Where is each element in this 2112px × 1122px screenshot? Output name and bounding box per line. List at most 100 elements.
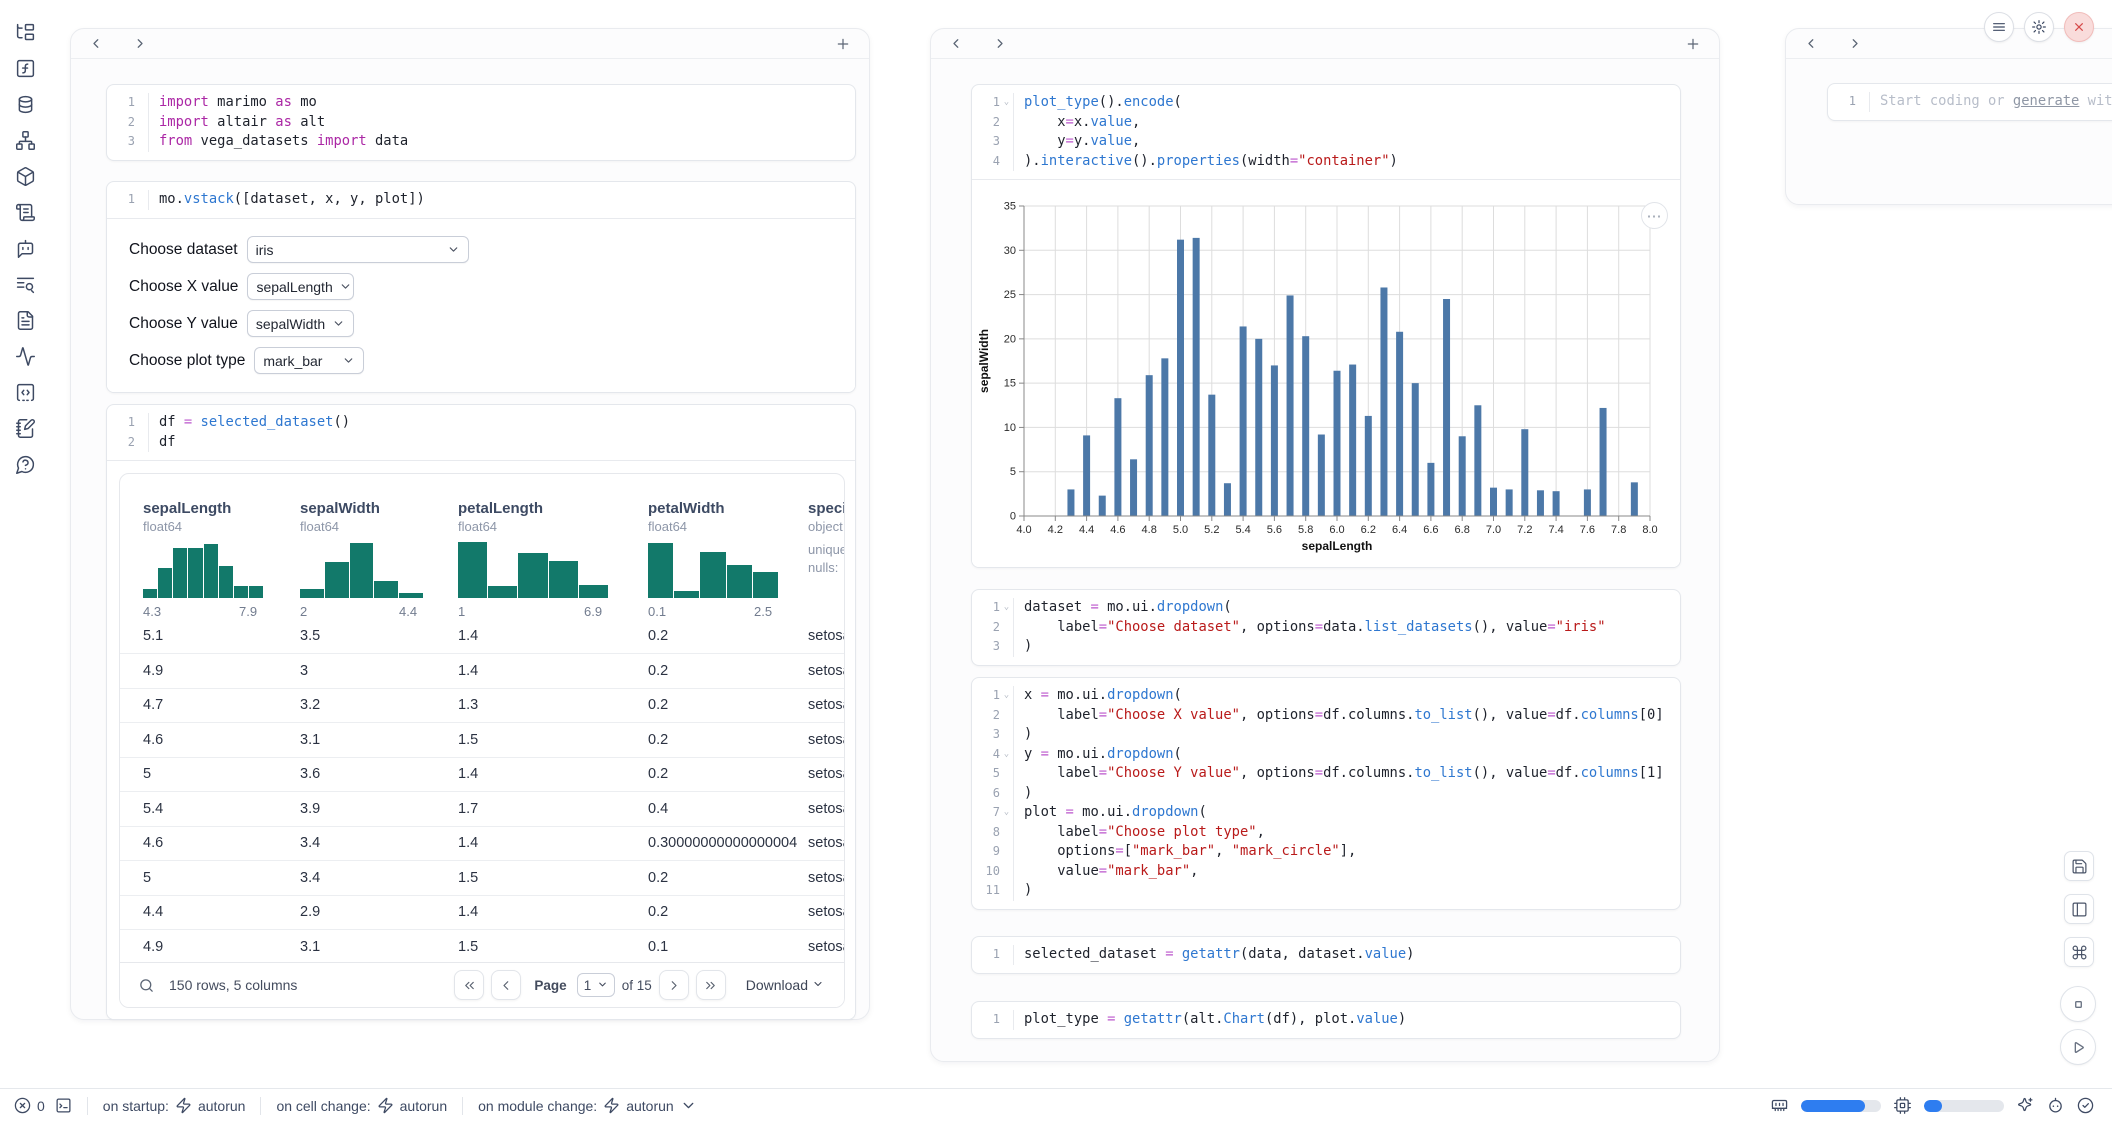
gutter: 2 bbox=[972, 706, 1014, 726]
notebook-menu-button[interactable] bbox=[1984, 12, 2014, 42]
line-number: 6 bbox=[972, 784, 1000, 804]
cell-df[interactable]: 1df = selected_dataset()2df sepalLengthfl… bbox=[106, 404, 856, 1020]
table-row[interactable]: 4.63.41.40.30000000000000004setosa bbox=[120, 826, 844, 861]
cell-vstack[interactable]: 1mo.vstack([dataset, x, y, plot])Choose … bbox=[106, 181, 856, 393]
collapse-chevron-icon[interactable]: ⌄ bbox=[1000, 93, 1013, 113]
download-button[interactable]: Download bbox=[746, 977, 824, 993]
choose-x-value-select[interactable]: sepalLength bbox=[247, 273, 354, 300]
collapse-chevron-icon[interactable]: ⌄ bbox=[1000, 598, 1013, 618]
generate-with-ai-link[interactable]: generate bbox=[2013, 93, 2079, 109]
collapse-chevron-icon[interactable]: ⌄ bbox=[1000, 745, 1013, 765]
on-startup-setting[interactable]: on startup: autorun bbox=[103, 1097, 246, 1114]
column-nav-right-button[interactable] bbox=[1847, 36, 1862, 51]
column-histogram[interactable] bbox=[300, 540, 423, 598]
copilot-button[interactable] bbox=[2047, 1097, 2064, 1114]
app-view-button[interactable] bbox=[2064, 894, 2094, 924]
file-tree-icon[interactable] bbox=[14, 21, 36, 43]
column-nav-left-button[interactable] bbox=[89, 36, 104, 51]
column-nav-right-button[interactable] bbox=[132, 36, 147, 51]
table-row[interactable]: 4.931.40.2setosa bbox=[120, 654, 844, 689]
search-icon[interactable] bbox=[138, 977, 155, 994]
connection-status-button[interactable] bbox=[2077, 1097, 2094, 1114]
document-icon[interactable] bbox=[14, 309, 36, 331]
column-histogram[interactable] bbox=[648, 540, 778, 598]
scratchpad-icon[interactable] bbox=[14, 417, 36, 439]
column-header-name[interactable]: petalLength bbox=[458, 500, 543, 517]
choose-dataset-select[interactable]: iris bbox=[247, 236, 469, 263]
settings-button[interactable] bbox=[2024, 12, 2054, 42]
column-nav-left-button[interactable] bbox=[1804, 36, 1819, 51]
first-page-button[interactable] bbox=[454, 970, 484, 1000]
last-page-button[interactable] bbox=[696, 970, 726, 1000]
terminal-button[interactable] bbox=[55, 1097, 72, 1114]
column-header-name[interactable]: sepalWidth bbox=[300, 500, 380, 517]
shutdown-button[interactable] bbox=[2064, 12, 2094, 42]
table-row[interactable]: 5.13.51.40.2setosa bbox=[120, 619, 844, 654]
column-nav-left-button[interactable] bbox=[949, 36, 964, 51]
cell-selected-dataset[interactable]: 1selected_dataset = getattr(data, datase… bbox=[971, 936, 1681, 974]
code-editor[interactable]: 1⌄plot_type().encode(2 x=x.value,3 y=y.v… bbox=[972, 85, 1680, 179]
add-cell-button[interactable] bbox=[1685, 36, 1701, 52]
gutter: 1 bbox=[972, 945, 1014, 965]
cell-xy-plot-dropdowns[interactable]: 1⌄x = mo.ui.dropdown(2 label="Choose X v… bbox=[971, 677, 1681, 910]
cell-plot-type[interactable]: 1plot_type = getattr(alt.Chart(df), plot… bbox=[971, 1001, 1681, 1039]
gutter: 7⌄ bbox=[972, 803, 1014, 823]
column-histogram[interactable] bbox=[143, 540, 263, 598]
ai-assistant-button[interactable] bbox=[2017, 1097, 2034, 1114]
scroll-icon[interactable] bbox=[14, 201, 36, 223]
choose-y-value-select[interactable]: sepalWidth bbox=[247, 310, 354, 337]
code-editor[interactable]: 1Start coding or generate with AI bbox=[1828, 84, 2112, 120]
list-search-icon[interactable] bbox=[14, 273, 36, 295]
chart-menu-button[interactable]: ⋯ bbox=[1641, 202, 1668, 229]
code-editor[interactable]: 1⌄dataset = mo.ui.dropdown(2 label="Choo… bbox=[972, 590, 1680, 665]
table-row[interactable]: 4.93.11.50.1setosa bbox=[120, 930, 844, 965]
help-icon[interactable] bbox=[14, 453, 36, 475]
table-row[interactable]: 4.73.21.30.2setosa bbox=[120, 688, 844, 723]
code-editor[interactable]: 1df = selected_dataset()2df bbox=[107, 405, 855, 460]
chatbot-icon[interactable] bbox=[14, 237, 36, 259]
code-editor[interactable]: 1selected_dataset = getattr(data, datase… bbox=[972, 937, 1680, 973]
run-all-button[interactable] bbox=[2060, 1029, 2096, 1065]
add-cell-button[interactable] bbox=[835, 36, 851, 52]
table-row[interactable]: 53.41.50.2setosa bbox=[120, 861, 844, 896]
on-cell-change-setting[interactable]: on cell change: autorun bbox=[276, 1097, 447, 1114]
collapse-chevron-icon[interactable]: ⌄ bbox=[1000, 686, 1013, 706]
package-icon[interactable] bbox=[14, 165, 36, 187]
column-header-name[interactable]: petalWidth bbox=[648, 500, 725, 517]
on-module-change-setting[interactable]: on module change: autorun bbox=[478, 1097, 697, 1114]
function-square-icon[interactable] bbox=[14, 57, 36, 79]
dataframe-table[interactable]: sepalLengthfloat644.37.9sepalWidthfloat6… bbox=[119, 473, 845, 1008]
page-select[interactable]: 1 bbox=[577, 973, 615, 997]
collapse-chevron-icon[interactable]: ⌄ bbox=[1000, 803, 1013, 823]
code-editor[interactable]: 1import marimo as mo2import altair as al… bbox=[107, 85, 855, 160]
cell-plot[interactable]: 1⌄plot_type().encode(2 x=x.value,3 y=y.v… bbox=[971, 84, 1681, 568]
next-page-button[interactable] bbox=[659, 970, 689, 1000]
prev-page-button[interactable] bbox=[491, 970, 521, 1000]
table-row[interactable]: 53.61.40.2setosa bbox=[120, 757, 844, 792]
column-nav-right-button[interactable] bbox=[992, 36, 1007, 51]
snippet-icon[interactable] bbox=[14, 381, 36, 403]
empty-cell[interactable]: 1Start coding or generate with AI bbox=[1827, 83, 2112, 121]
choose-plot-type-select[interactable]: mark_bar bbox=[254, 347, 364, 374]
errors-indicator[interactable]: 0 bbox=[14, 1097, 45, 1114]
table-row[interactable]: 4.63.11.50.2setosa bbox=[120, 723, 844, 758]
table-row[interactable]: 4.42.91.40.2setosa bbox=[120, 895, 844, 930]
column-header-name[interactable]: species bbox=[808, 500, 845, 517]
interrupt-button[interactable] bbox=[2060, 986, 2096, 1022]
shortcuts-button[interactable] bbox=[2064, 937, 2094, 967]
database-icon[interactable] bbox=[14, 93, 36, 115]
bar-chart[interactable]: 4.04.24.44.64.85.05.25.45.65.86.06.26.46… bbox=[972, 180, 1680, 568]
table-cell: 3.1 bbox=[300, 939, 320, 955]
cell-dataset-dropdown[interactable]: 1⌄dataset = mo.ui.dropdown(2 label="Choo… bbox=[971, 589, 1681, 666]
code-editor[interactable]: 1plot_type = getattr(alt.Chart(df), plot… bbox=[972, 1002, 1680, 1038]
column-header-name[interactable]: sepalLength bbox=[143, 500, 231, 517]
column-histogram[interactable] bbox=[458, 540, 608, 598]
table-row[interactable]: 5.43.91.70.4setosa bbox=[120, 792, 844, 827]
network-icon[interactable] bbox=[14, 129, 36, 151]
code-line: 2df bbox=[107, 433, 855, 453]
code-editor[interactable]: 1mo.vstack([dataset, x, y, plot]) bbox=[107, 182, 855, 218]
activity-icon[interactable] bbox=[14, 345, 36, 367]
cell-imports[interactable]: 1import marimo as mo2import altair as al… bbox=[106, 84, 856, 161]
save-button[interactable] bbox=[2064, 851, 2094, 881]
code-editor[interactable]: 1⌄x = mo.ui.dropdown(2 label="Choose X v… bbox=[972, 678, 1680, 909]
